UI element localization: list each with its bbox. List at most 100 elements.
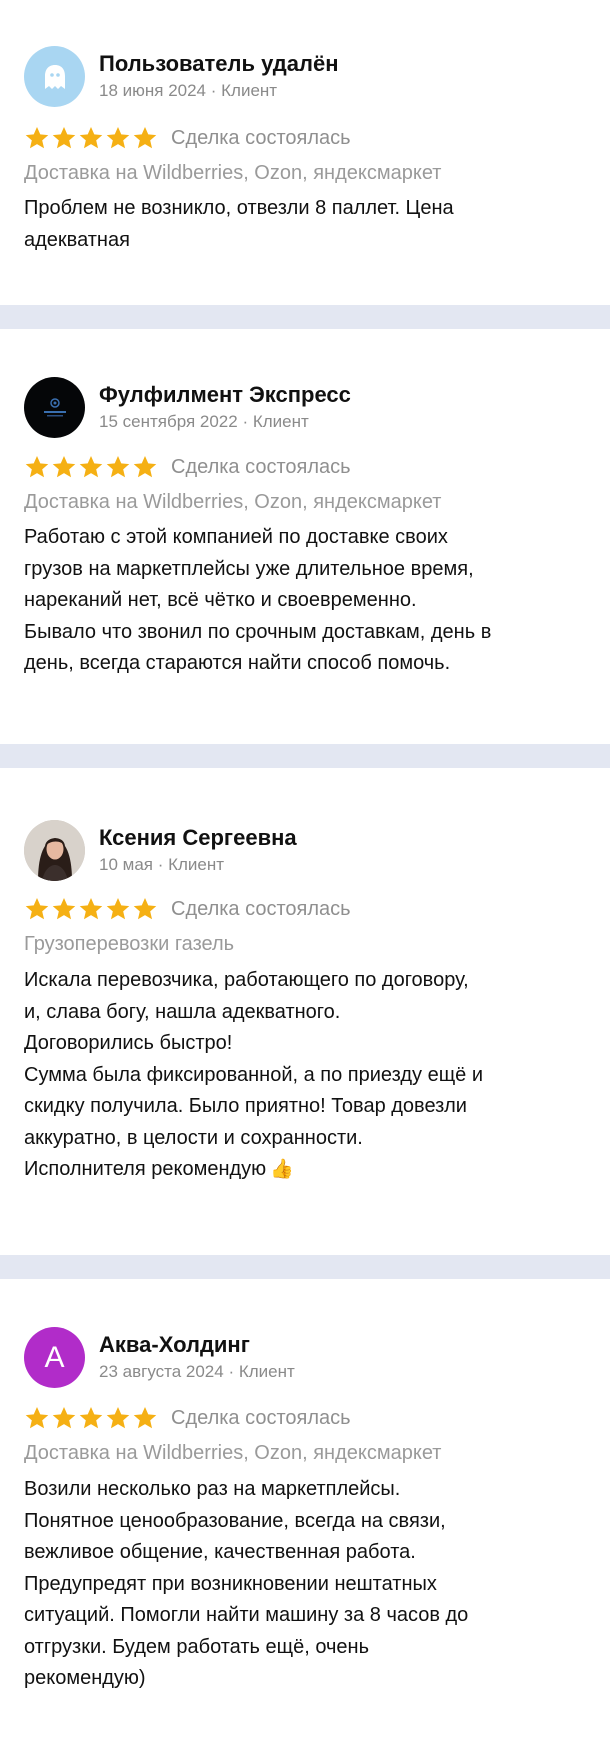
meta-separator: ·: [242, 412, 253, 431]
star-icon: [106, 897, 130, 920]
star-icon: [25, 1406, 49, 1429]
star-rating: [24, 454, 159, 480]
rating-row: Сделка состоялась: [24, 1404, 351, 1432]
reviewer-role: Клиент: [252, 412, 309, 431]
reviewer-role: Клиент: [221, 81, 278, 100]
review-text-line: Проблем не возникло, отвезли 8 паллет. Ц…: [24, 197, 454, 219]
deal-status: Сделка состоялась: [171, 455, 351, 478]
review-text-line: скидку получила. Было приятно! Товар дов…: [24, 1095, 467, 1117]
avatar[interactable]: [24, 377, 85, 438]
star-icon: [133, 455, 157, 478]
star-rating: [24, 125, 159, 151]
review-header: Пользователь удалён 18 июня 2024 · Клиен…: [24, 46, 339, 107]
review-text-line: грузов на маркетплейсы уже длительное вр…: [24, 557, 474, 580]
review-text-line: Сумма была фиксированной, а по приезду е…: [24, 1063, 484, 1086]
star-icon: [133, 126, 157, 149]
review-text-line: Понятное ценообразование, всегда на связ…: [24, 1509, 446, 1532]
review-date: 15 сентября 2022: [99, 412, 238, 431]
star-icon: [52, 455, 76, 478]
meta-separator: ·: [228, 1362, 239, 1381]
star-icon: [106, 1406, 130, 1429]
review-text-line: вежливое общение, качественная работа.: [24, 1541, 416, 1563]
avatar-letter: А: [44, 1340, 65, 1374]
star-icon: [25, 897, 49, 920]
service-category: Доставка на Wildberries, Ozon, яндексмар…: [24, 491, 442, 513]
reviewer-name[interactable]: Аква-Холдинг: [99, 1332, 295, 1358]
star-icon: [52, 1406, 76, 1429]
review-text-line: Возили несколько раз на маркетплейсы.: [24, 1478, 401, 1500]
review-text-line: аккуратно, в целости и сохранности.: [24, 1126, 363, 1149]
review-text-line: Исполнителя рекомендую 👍: [24, 1154, 584, 1186]
ghost-icon: [44, 64, 65, 89]
review-text-line: Бывало что звонил по срочным доставкам, …: [24, 620, 492, 643]
reviewer-role: Клиент: [238, 1362, 295, 1381]
star-icon: [79, 1406, 103, 1429]
meta-separator: ·: [157, 855, 169, 874]
star-icon: [79, 897, 103, 920]
star-icon: [25, 455, 49, 478]
service-category: Грузоперевозки газель: [24, 933, 235, 955]
avatar[interactable]: А: [24, 1327, 85, 1388]
reviewer-name[interactable]: Ксения Сергеевна: [99, 825, 297, 851]
review-text-line: Предупредят при возникновении нештатных: [24, 1572, 437, 1595]
avatar[interactable]: [24, 46, 85, 107]
star-icon: [79, 126, 103, 149]
review-card: Фулфилмент Экспресс 15 сентября 2022 · К…: [0, 329, 610, 744]
review-text-line: рекомендую): [24, 1667, 146, 1689]
star-icon: [52, 897, 76, 920]
review-header: А Аква-Холдинг 23 августа 2024 · Клиент: [24, 1327, 295, 1388]
review-text: Работаю с этой компанией по доставке сво…: [24, 522, 584, 680]
user-photo-icon: [24, 820, 85, 881]
star-rating: [24, 1405, 159, 1431]
review-text-line: нареканий нет, всё чётко и своевременно.: [24, 589, 417, 611]
review-text-line: и, слава богу, нашла адекватного.: [24, 1000, 341, 1023]
star-icon: [52, 126, 76, 149]
rating-row: Сделка состоялась: [24, 895, 351, 923]
star-rating: [24, 896, 159, 922]
review-text-line: Искала перевозчика, работающего по догов…: [24, 969, 469, 991]
deal-status: Сделка состоялась: [171, 126, 351, 149]
review-text-line: ситуаций. Помогли найти машину за 8 часо…: [24, 1604, 469, 1626]
star-icon: [106, 126, 130, 149]
review-header: Ксения Сергеевна 10 мая · Клиент: [24, 820, 297, 881]
review-card: Пользователь удалён 18 июня 2024 · Клиен…: [0, 0, 610, 305]
review-text-last: Исполнителя рекомендую: [24, 1158, 267, 1180]
star-icon: [133, 897, 157, 920]
reviewer-name[interactable]: Фулфилмент Экспресс: [99, 382, 351, 408]
star-icon: [79, 455, 103, 478]
review-text-line: Договорились быстро!: [24, 1032, 233, 1054]
star-icon: [106, 455, 130, 478]
review-date: 23 августа 2024: [99, 1362, 224, 1381]
review-text: Возили несколько раз на маркетплейсы. По…: [24, 1474, 584, 1695]
reviewer-role: Клиент: [168, 855, 225, 874]
deal-status: Сделка состоялась: [171, 897, 351, 920]
review-text-line: адекватная: [24, 228, 130, 251]
star-icon: [133, 1406, 157, 1429]
review-card: А Аква-Холдинг 23 августа 2024 · Клиент …: [0, 1279, 610, 1762]
review-header: Фулфилмент Экспресс 15 сентября 2022 · К…: [24, 377, 351, 438]
reviews-feed: Пользователь удалён 18 июня 2024 · Клиен…: [0, 0, 610, 1762]
service-category: Доставка на Wildberries, Ozon, яндексмар…: [24, 162, 442, 184]
review-text-line: отгрузки. Будем работать ещё, очень: [24, 1635, 370, 1658]
review-meta: 23 августа 2024 · Клиент: [99, 1361, 295, 1383]
review-text-line: Работаю с этой компанией по доставке сво…: [24, 526, 448, 548]
deal-status: Сделка состоялась: [171, 1406, 351, 1429]
review-text: Проблем не возникло, отвезли 8 паллет. Ц…: [24, 193, 584, 256]
rating-row: Сделка состоялась: [24, 124, 351, 152]
thumbs-up-icon: 👍: [270, 1159, 294, 1180]
review-text-line: день, всегда стараются найти способ помо…: [24, 652, 451, 674]
avatar[interactable]: [24, 820, 85, 881]
review-meta: 10 мая · Клиент: [99, 854, 297, 876]
review-card: Ксения Сергеевна 10 мая · Клиент Сделка …: [0, 768, 610, 1255]
review-text: Искала перевозчика, работающего по догов…: [24, 965, 584, 1186]
star-icon: [25, 126, 49, 149]
review-date: 10 мая: [99, 855, 153, 874]
review-meta: 15 сентября 2022 · Клиент: [99, 411, 351, 433]
service-category: Доставка на Wildberries, Ozon, яндексмар…: [24, 1442, 442, 1464]
review-date: 18 июня 2024: [99, 81, 207, 100]
meta-separator: ·: [210, 81, 222, 100]
company-logo-icon: [43, 397, 66, 416]
rating-row: Сделка состоялась: [24, 453, 351, 481]
review-meta: 18 июня 2024 · Клиент: [99, 80, 339, 102]
reviewer-name[interactable]: Пользователь удалён: [99, 51, 339, 77]
